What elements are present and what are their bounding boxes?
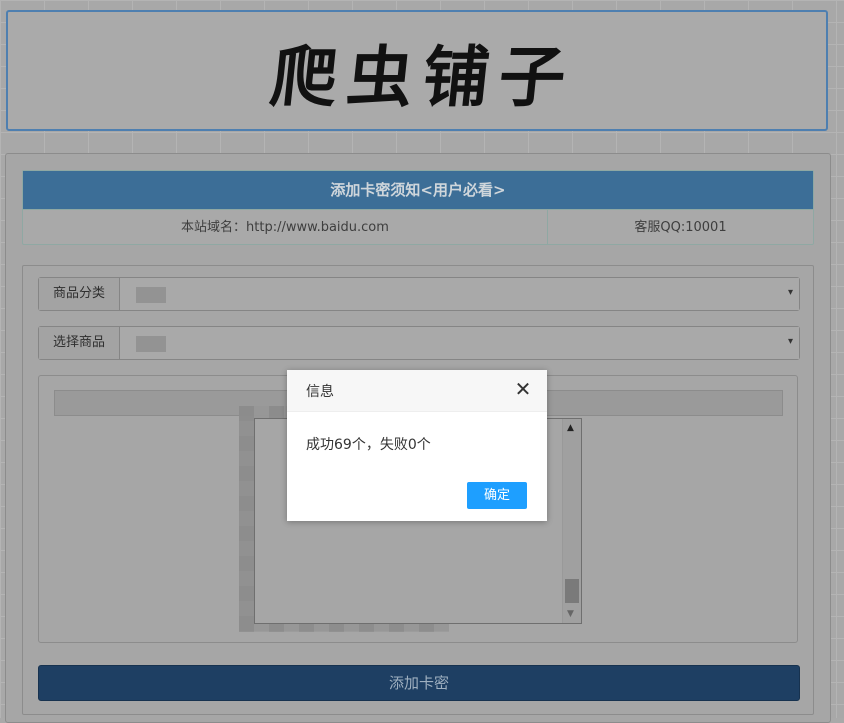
- add-card-button[interactable]: 添加卡密: [38, 665, 800, 701]
- dialog-title: 信息: [306, 384, 334, 400]
- dialog-message: 成功69个，失败0个: [306, 437, 431, 453]
- support-qq: 客服QQ:10001: [634, 220, 727, 235]
- site-domain: 本站域名：http://www.baidu.com: [23, 210, 548, 245]
- category-select[interactable]: 商品分类 ▾: [38, 277, 800, 311]
- site-logo: 爬虫铺子: [267, 39, 580, 116]
- chevron-down-icon: ▾: [787, 287, 793, 298]
- redacted-value: [136, 336, 166, 352]
- dialog-header: 信息 ✕: [287, 370, 547, 412]
- scroll-thumb[interactable]: [565, 579, 579, 603]
- close-icon[interactable]: ✕: [513, 379, 533, 399]
- category-label: 商品分类: [39, 278, 120, 310]
- redacted-value: [136, 287, 166, 303]
- product-label: 选择商品: [39, 327, 120, 359]
- textarea-scrollbar[interactable]: ▲ ▼: [562, 419, 581, 623]
- arrow-down-icon[interactable]: ▼: [567, 609, 574, 619]
- product-dropdown[interactable]: ▾: [120, 327, 799, 359]
- notice-info-row: 本站域名：http://www.baidu.com 客服QQ:10001: [23, 209, 813, 245]
- info-dialog: 信息 ✕ 成功69个，失败0个 确定: [287, 370, 547, 521]
- notice-title: 添加卡密须知<用户必看>: [23, 171, 813, 209]
- confirm-button[interactable]: 确定: [467, 482, 527, 509]
- chevron-down-icon: ▾: [787, 336, 793, 347]
- notice-box: 添加卡密须知<用户必看> 本站域名：http://www.baidu.com 客…: [22, 170, 814, 245]
- category-dropdown[interactable]: ▾: [120, 278, 799, 310]
- arrow-up-icon[interactable]: ▲: [567, 423, 574, 433]
- product-select[interactable]: 选择商品 ▾: [38, 326, 800, 360]
- site-header: 爬虫铺子: [6, 10, 828, 131]
